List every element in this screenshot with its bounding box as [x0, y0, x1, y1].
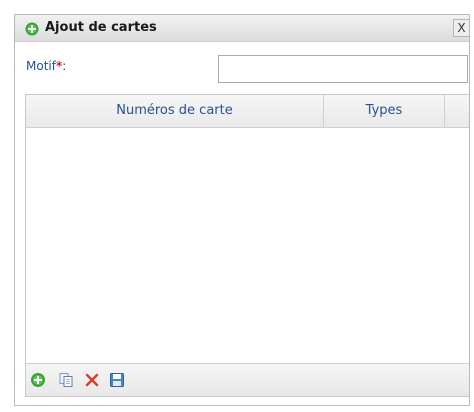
grid-toolbar: [26, 363, 469, 396]
column-header-types[interactable]: Types: [324, 95, 445, 127]
motif-label: Motif*:: [26, 59, 66, 73]
add-circle-icon: [25, 21, 39, 36]
add-icon[interactable]: [30, 372, 46, 388]
motif-label-text: Motif: [26, 59, 56, 73]
motif-input[interactable]: [218, 55, 468, 83]
close-button[interactable]: X: [453, 19, 469, 37]
grid-body: [26, 128, 469, 362]
column-header-card-numbers[interactable]: Numéros de carte: [26, 95, 324, 127]
copy-icon[interactable]: [58, 372, 74, 388]
column-header-filler: [445, 95, 469, 127]
motif-label-colon: :: [62, 59, 67, 73]
delete-icon[interactable]: [84, 372, 100, 388]
dialog-title: Ajout de cartes: [45, 20, 157, 35]
dialog-titlebar: Ajout de cartes X: [15, 15, 469, 42]
grid-header: Numéros de carte Types: [26, 95, 469, 128]
motif-form-row: Motif*:: [15, 43, 469, 89]
add-cards-dialog: Ajout de cartes X Motif*: Numéros de car…: [14, 14, 470, 406]
save-icon[interactable]: [109, 372, 125, 388]
cards-grid: Numéros de carte Types: [25, 94, 469, 397]
